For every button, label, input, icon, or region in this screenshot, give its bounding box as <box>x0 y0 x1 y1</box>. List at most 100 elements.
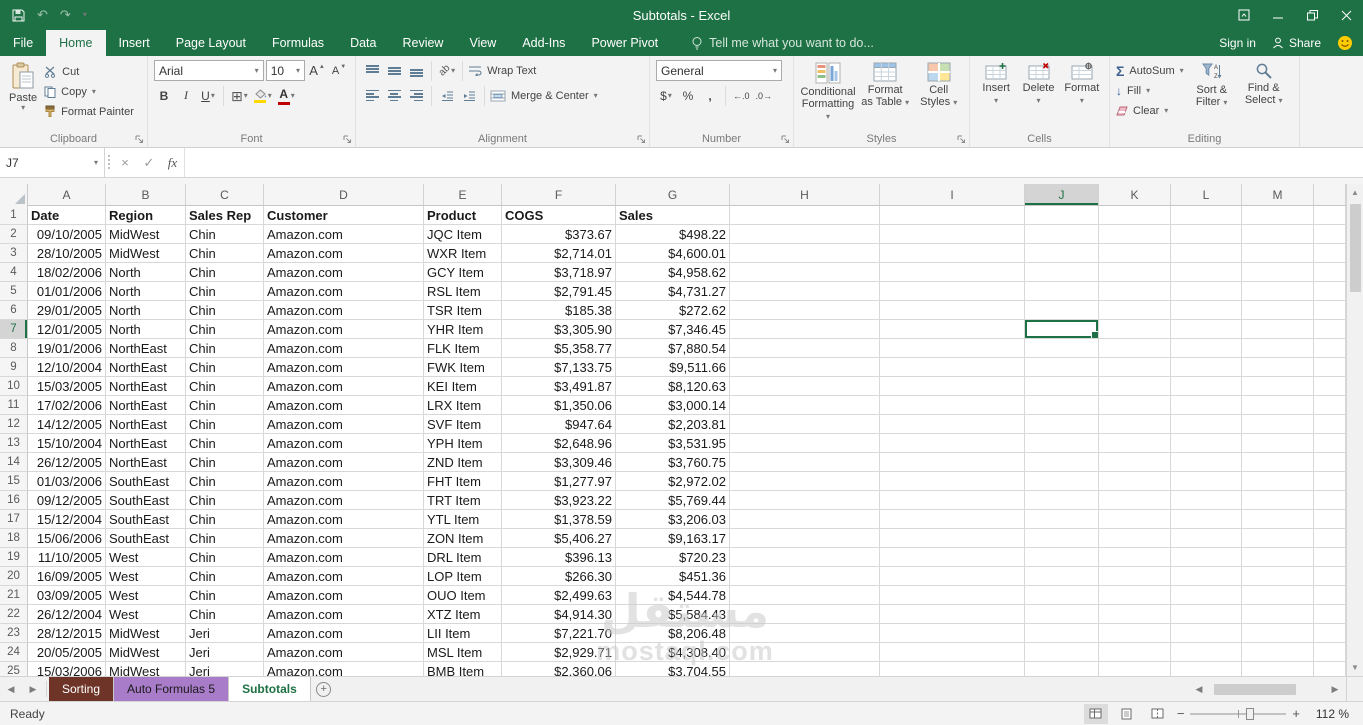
cell-M24[interactable] <box>1242 643 1314 662</box>
page-layout-view-button[interactable] <box>1115 704 1139 724</box>
formula-input[interactable] <box>185 148 1363 177</box>
cell-M8[interactable] <box>1242 339 1314 358</box>
cell-L4[interactable] <box>1171 263 1242 282</box>
cell-D18[interactable]: Amazon.com <box>264 529 424 548</box>
cell-H1[interactable] <box>730 206 880 225</box>
column-header-K[interactable]: K <box>1099 184 1171 205</box>
row-header-24[interactable]: 24 <box>0 643 28 662</box>
cell-J16[interactable] <box>1025 491 1099 510</box>
cell-C25[interactable]: Jeri <box>186 662 264 676</box>
row-header-16[interactable]: 16 <box>0 491 28 510</box>
cell-J1[interactable] <box>1025 206 1099 225</box>
cell-C2[interactable]: Chin <box>186 225 264 244</box>
cell-D24[interactable]: Amazon.com <box>264 643 424 662</box>
cell-F12[interactable]: $947.64 <box>502 415 616 434</box>
cell-E3[interactable]: WXR Item <box>424 244 502 263</box>
decrease-indent-button[interactable] <box>437 85 457 106</box>
sheet-nav-prev[interactable]: ◀ <box>0 677 22 701</box>
font-name-select[interactable]: Arial ▾ <box>154 60 264 81</box>
cell-I12[interactable] <box>880 415 1025 434</box>
cell-D25[interactable]: Amazon.com <box>264 662 424 676</box>
scroll-down-arrow[interactable]: ▼ <box>1347 659 1363 676</box>
cell-I24[interactable] <box>880 643 1025 662</box>
cell-K1[interactable] <box>1099 206 1171 225</box>
cell-J6[interactable] <box>1025 301 1099 320</box>
row-header-14[interactable]: 14 <box>0 453 28 472</box>
cell-F8[interactable]: $5,358.77 <box>502 339 616 358</box>
cell-L5[interactable] <box>1171 282 1242 301</box>
cell-C6[interactable]: Chin <box>186 301 264 320</box>
cell-A14[interactable]: 26/12/2005 <box>28 453 106 472</box>
tell-me-box[interactable]: Tell me what you want to do... <box>691 30 874 56</box>
cell-J19[interactable] <box>1025 548 1099 567</box>
italic-button[interactable]: I <box>176 85 196 106</box>
underline-button[interactable]: U ▾ <box>198 85 218 106</box>
cell-B8[interactable]: NorthEast <box>106 339 186 358</box>
cell-G18[interactable]: $9,163.17 <box>616 529 730 548</box>
cell-C19[interactable]: Chin <box>186 548 264 567</box>
cell-H4[interactable] <box>730 263 880 282</box>
zoom-slider[interactable] <box>1190 707 1287 720</box>
cell-D21[interactable]: Amazon.com <box>264 586 424 605</box>
cell-C14[interactable]: Chin <box>186 453 264 472</box>
row-header-8[interactable]: 8 <box>0 339 28 358</box>
cell-L7[interactable] <box>1171 320 1242 339</box>
cell-L22[interactable] <box>1171 605 1242 624</box>
cell-D20[interactable]: Amazon.com <box>264 567 424 586</box>
cell-G9[interactable]: $9,511.66 <box>616 358 730 377</box>
cell-I8[interactable] <box>880 339 1025 358</box>
format-cells-button[interactable]: Format ▾ <box>1061 60 1103 130</box>
cell-B9[interactable]: NorthEast <box>106 358 186 377</box>
cell-E25[interactable]: BMB Item <box>424 662 502 676</box>
cell-H21[interactable] <box>730 586 880 605</box>
cell-A24[interactable]: 20/05/2005 <box>28 643 106 662</box>
cell-H12[interactable] <box>730 415 880 434</box>
cell-L3[interactable] <box>1171 244 1242 263</box>
percent-style-button[interactable]: % <box>678 85 698 106</box>
cell-K22[interactable] <box>1099 605 1171 624</box>
cell-A20[interactable]: 16/09/2005 <box>28 567 106 586</box>
undo-button[interactable]: ↶ <box>37 7 48 23</box>
row-header-1[interactable]: 1 <box>0 206 28 225</box>
cell-I13[interactable] <box>880 434 1025 453</box>
font-color-button[interactable]: A ▾ <box>276 85 297 106</box>
cell-I1[interactable] <box>880 206 1025 225</box>
cell-M23[interactable] <box>1242 624 1314 643</box>
cell-D10[interactable]: Amazon.com <box>264 377 424 396</box>
horizontal-scrollbar[interactable]: ◀ ▶ <box>1190 677 1346 701</box>
cell-D1[interactable]: Customer <box>264 206 424 225</box>
cell-G1[interactable]: Sales <box>616 206 730 225</box>
cell-C9[interactable]: Chin <box>186 358 264 377</box>
cell-G11[interactable]: $3,000.14 <box>616 396 730 415</box>
cell-K10[interactable] <box>1099 377 1171 396</box>
cell-C24[interactable]: Jeri <box>186 643 264 662</box>
middle-align-button[interactable] <box>384 60 404 81</box>
save-button[interactable] <box>12 9 25 22</box>
cell-G12[interactable]: $2,203.81 <box>616 415 730 434</box>
row-header-13[interactable]: 13 <box>0 434 28 453</box>
conditional-formatting-button[interactable]: Conditional Formatting ▾ <box>800 60 856 130</box>
cell-I21[interactable] <box>880 586 1025 605</box>
number-format-select[interactable]: General ▾ <box>656 60 782 81</box>
cell-G23[interactable]: $8,206.48 <box>616 624 730 643</box>
cell-E21[interactable]: OUO Item <box>424 586 502 605</box>
cell-M12[interactable] <box>1242 415 1314 434</box>
hscroll-thumb[interactable] <box>1214 683 1296 695</box>
cell-F25[interactable]: $2,360.06 <box>502 662 616 676</box>
cell-D5[interactable]: Amazon.com <box>264 282 424 301</box>
cell-F16[interactable]: $3,923.22 <box>502 491 616 510</box>
row-header-20[interactable]: 20 <box>0 567 28 586</box>
cell-C18[interactable]: Chin <box>186 529 264 548</box>
cell-L17[interactable] <box>1171 510 1242 529</box>
sort-filter-button[interactable]: AZ Sort & Filter ▾ <box>1188 60 1236 130</box>
wrap-text-button[interactable]: Wrap Text <box>468 61 536 80</box>
alignment-dialog-launcher[interactable] <box>637 135 646 144</box>
column-header-L[interactable]: L <box>1171 184 1242 205</box>
cell-A1[interactable]: Date <box>28 206 106 225</box>
cell-H22[interactable] <box>730 605 880 624</box>
cell-J18[interactable] <box>1025 529 1099 548</box>
cell-F18[interactable]: $5,406.27 <box>502 529 616 548</box>
cell-L20[interactable] <box>1171 567 1242 586</box>
cell-G16[interactable]: $5,769.44 <box>616 491 730 510</box>
scroll-up-arrow[interactable]: ▲ <box>1347 184 1363 201</box>
